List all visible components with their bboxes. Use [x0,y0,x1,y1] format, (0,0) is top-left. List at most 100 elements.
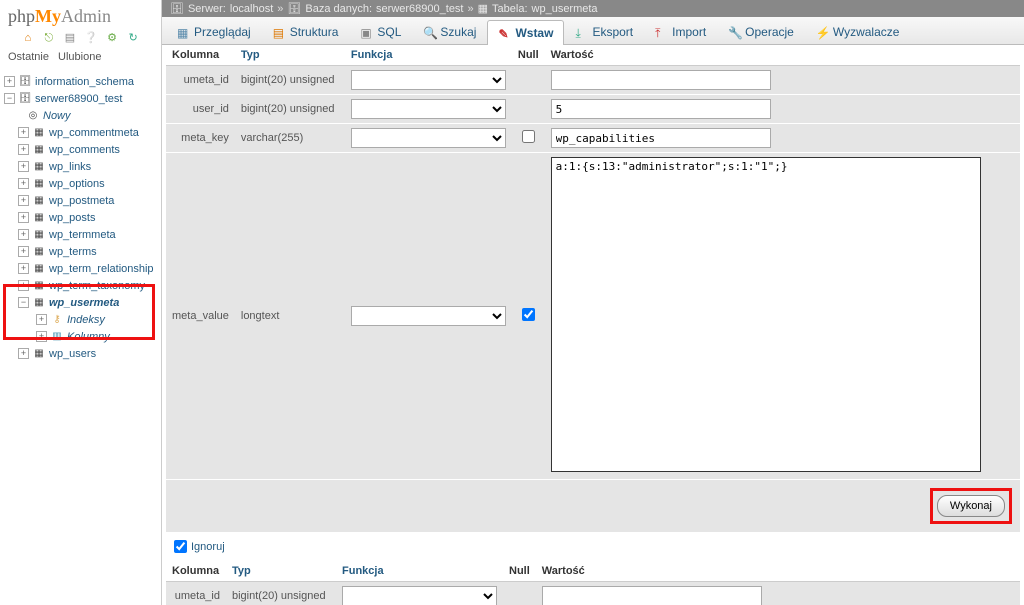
header-column: Kolumna [166,45,235,66]
tree-table[interactable]: +▦wp_term_relationship [4,260,161,277]
structure-icon: ▤ [273,26,286,39]
submit-button[interactable]: Wykonaj [937,495,1005,517]
breadcrumb-table[interactable]: wp_usermeta [532,3,598,15]
tab-triggers[interactable]: ⚡Wyzwalacze [805,19,911,44]
recent-link[interactable]: Ostatnie [8,51,49,63]
index-icon: ⚷ [50,314,64,326]
tree-indexes[interactable]: +⚷Indeksy [4,311,161,328]
docs-icon[interactable]: ❔ [84,31,98,45]
header-type[interactable]: Typ [235,45,345,66]
expand-icon[interactable]: + [18,280,29,291]
function-select[interactable] [351,70,506,90]
sidebar-toolbar: ⌂ ⎋ ▤ ❔ ⚙ ↻ [0,29,161,49]
ignore-label[interactable]: Ignoruj [191,541,225,553]
search-icon: 🔍 [423,26,436,39]
tree-table[interactable]: +▦wp_commentmeta [4,124,161,141]
table-icon: ▦ [32,348,46,360]
tree-table[interactable]: +▦wp_termmeta [4,226,161,243]
breadcrumb: 🗄 Serwer: localhost » 🗄 Baza danych: ser… [162,0,1024,17]
expand-icon[interactable]: + [18,348,29,359]
tree-table[interactable]: +▦wp_links [4,158,161,175]
tab-structure[interactable]: ▤Struktura [262,19,350,44]
home-icon[interactable]: ⌂ [21,31,35,45]
value-input-meta-key[interactable] [551,128,771,148]
tree-table[interactable]: +▦wp_options [4,175,161,192]
tree-table[interactable]: +▦wp_postmeta [4,192,161,209]
function-select[interactable] [351,306,506,326]
tree-table[interactable]: +▦wp_term_taxonomy [4,277,161,294]
header-value: Wartość [536,561,1020,582]
expand-icon[interactable]: + [18,263,29,274]
tree-db-serwer-test[interactable]: − 🗄 serwer68900_test [4,90,161,107]
sql-icon: ▣ [360,26,373,39]
settings-icon[interactable]: ⚙ [105,31,119,45]
tree-table[interactable]: +▦wp_terms [4,243,161,260]
logo[interactable]: phpMyAdmin [0,0,161,29]
breadcrumb-table-label: Tabela: [492,3,527,15]
col-type: bigint(20) unsigned [235,95,345,124]
col-name: meta_key [166,124,235,153]
value-input-umeta-id-2[interactable] [542,586,762,605]
expand-icon[interactable]: + [18,161,29,172]
tree-table[interactable]: +▦wp_posts [4,209,161,226]
header-type[interactable]: Typ [226,561,336,582]
expand-icon[interactable]: + [18,246,29,257]
tab-operations[interactable]: 🔧Operacje [717,19,805,44]
tab-search[interactable]: 🔍Szukaj [412,19,487,44]
reload-icon[interactable]: ↻ [126,31,140,45]
value-input-user-id[interactable] [551,99,771,119]
row-meta-key: meta_key varchar(255) [166,124,1020,153]
tab-export[interactable]: ⤓Eksport [564,19,644,44]
tab-import[interactable]: ⤒Import [644,19,717,44]
value-textarea-meta-value[interactable] [551,157,981,472]
tab-browse[interactable]: ▦Przeglądaj [166,19,262,44]
collapse-icon[interactable]: − [4,93,15,104]
tree-table[interactable]: +▦wp_users [4,345,161,362]
expand-icon[interactable]: + [36,331,47,342]
favorites-link[interactable]: Ulubione [58,51,101,63]
null-checkbox[interactable] [522,308,535,321]
expand-icon[interactable]: + [18,229,29,240]
db-icon: 🗄 [287,2,301,15]
table-icon: ▦ [32,195,46,207]
tab-insert[interactable]: ✎Wstaw [487,20,564,45]
header-function[interactable]: Funkcja [345,45,512,66]
header-column: Kolumna [166,561,226,582]
expand-icon[interactable]: + [18,195,29,206]
breadcrumb-db[interactable]: serwer68900_test [376,3,463,15]
table-icon: ▦ [32,212,46,224]
function-select[interactable] [342,586,497,605]
tree-new[interactable]: ◎ Nowy [4,107,161,124]
tree-columns[interactable]: +▥Kolumny [4,328,161,345]
insert-table-2: Kolumna Typ Funkcja Null Wartość umeta_i… [166,561,1020,605]
expand-icon[interactable]: + [4,76,15,87]
tree-table[interactable]: +▦wp_comments [4,141,161,158]
expand-icon[interactable]: + [18,212,29,223]
tab-sql[interactable]: ▣SQL [349,19,412,44]
header-value: Wartość [545,45,1020,66]
null-checkbox[interactable] [522,130,535,143]
header-function[interactable]: Funkcja [336,561,503,582]
function-select[interactable] [351,128,506,148]
triggers-icon: ⚡ [816,26,829,39]
col-type: bigint(20) unsigned [235,66,345,95]
ignore-checkbox[interactable] [174,540,187,553]
insert-icon: ✎ [498,27,511,40]
expand-icon[interactable]: + [18,144,29,155]
exit-icon[interactable]: ⎋ [42,31,56,45]
table-icon: ▦ [32,297,46,309]
col-name: meta_value [166,153,235,480]
tree-table-wp-usermeta[interactable]: −▦wp_usermeta [4,294,161,311]
sql-icon[interactable]: ▤ [63,31,77,45]
breadcrumb-db-label: Baza danych: [305,3,372,15]
expand-icon[interactable]: + [18,127,29,138]
function-select[interactable] [351,99,506,119]
value-input-umeta-id[interactable] [551,70,771,90]
columns-icon: ▥ [50,331,64,343]
collapse-icon[interactable]: − [18,297,29,308]
col-type: longtext [235,153,345,480]
expand-icon[interactable]: + [36,314,47,325]
tree-db-information-schema[interactable]: + 🗄 information_schema [4,73,161,90]
breadcrumb-server[interactable]: localhost [230,3,273,15]
expand-icon[interactable]: + [18,178,29,189]
